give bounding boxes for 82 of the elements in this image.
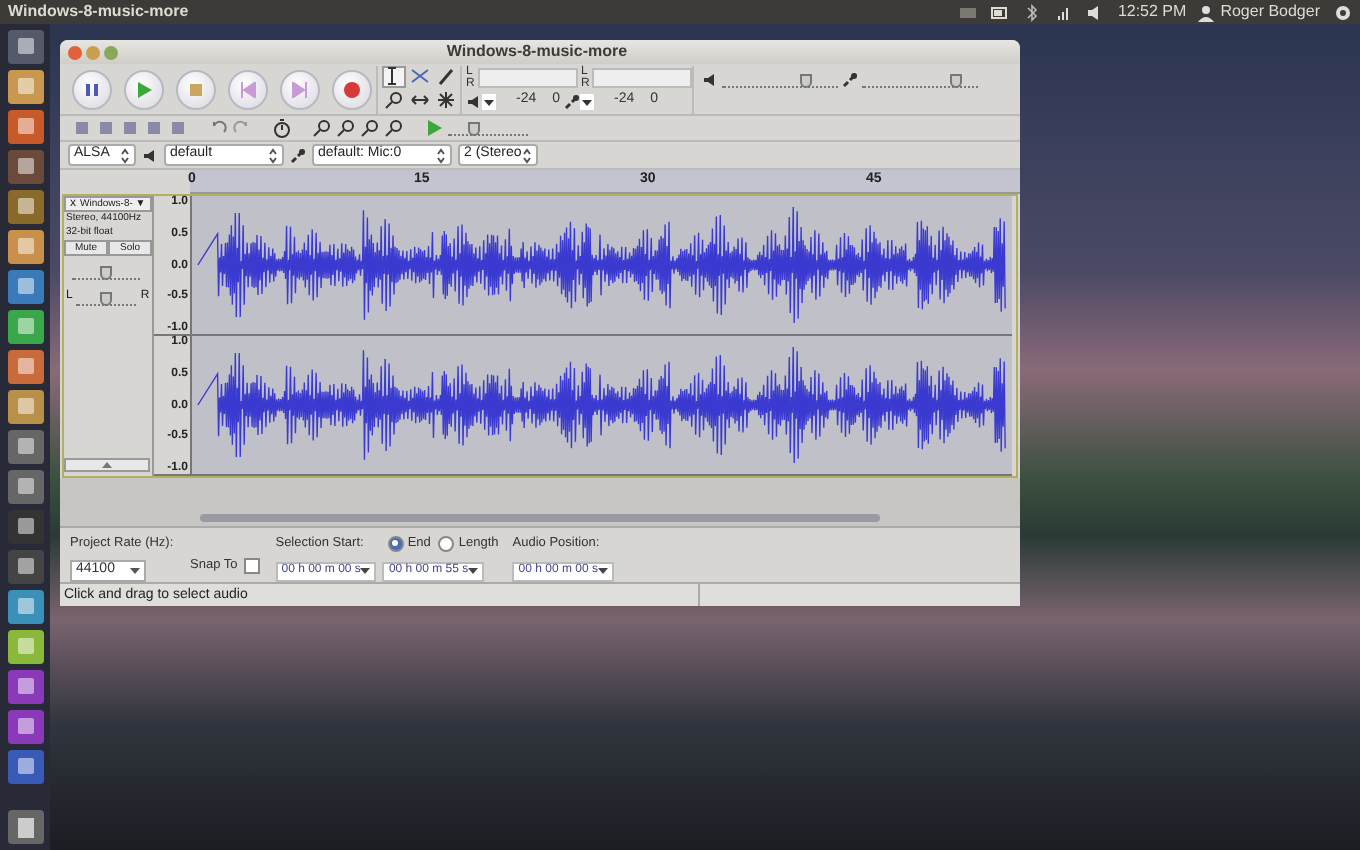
app-launcher-icon[interactable] — [5, 188, 45, 226]
time-shift-icon — [410, 90, 430, 110]
clock[interactable]: 12:52 PM — [1117, 0, 1187, 24]
record-icon — [344, 81, 360, 97]
user-icon[interactable] — [1198, 3, 1215, 21]
gain-slider[interactable] — [72, 264, 140, 280]
zoom-icon — [384, 90, 404, 110]
spinner-arrows-icon — [268, 147, 278, 163]
app-launcher-icon[interactable] — [5, 28, 45, 66]
spinner-arrows-icon — [436, 147, 446, 163]
app-launcher-icon[interactable] — [5, 468, 45, 506]
app-launcher-icon[interactable] — [5, 308, 45, 346]
app-launcher-icon[interactable] — [5, 748, 45, 786]
skip-to-end-icon — [292, 81, 308, 97]
app-launcher-icon[interactable] — [5, 428, 45, 466]
microphone-icon[interactable] — [290, 147, 306, 163]
slider-thumb[interactable] — [950, 73, 963, 87]
stop-icon — [188, 81, 204, 97]
zoom-in-icon[interactable] — [312, 118, 332, 138]
app-launcher-icon[interactable] — [5, 508, 45, 546]
app-launcher-icon[interactable] — [5, 668, 45, 706]
user-name[interactable]: Roger Bodger — [1220, 0, 1320, 24]
skip-to-start-icon — [240, 81, 256, 97]
app-launcher-icon[interactable] — [5, 228, 45, 266]
slider-thumb[interactable] — [100, 266, 112, 280]
record-button[interactable] — [332, 69, 372, 109]
caret-icon — [597, 566, 608, 577]
speaker-icon[interactable] — [142, 147, 158, 163]
app-launcher-icon[interactable] — [5, 68, 45, 106]
app-title: Windows-8-music-more — [8, 0, 189, 24]
output-volume-slider[interactable] — [722, 71, 838, 87]
caret-icon — [360, 566, 371, 577]
signal-icon[interactable] — [1053, 3, 1074, 21]
app-launcher-icon[interactable] — [5, 148, 45, 186]
battery-icon[interactable] — [989, 3, 1010, 21]
selection-cursor-tool[interactable] — [382, 65, 406, 87]
play-speed-slider[interactable] — [448, 120, 528, 136]
app-launcher-icon[interactable] — [5, 268, 45, 306]
pencil-tool[interactable] — [434, 65, 458, 87]
app-launcher-icon[interactable] — [5, 588, 45, 626]
input-volume-slider[interactable] — [862, 71, 978, 87]
zoom-tool[interactable] — [382, 89, 406, 111]
fit-selection-icon[interactable] — [360, 118, 380, 138]
caret-icon[interactable] — [580, 93, 595, 109]
slider-thumb[interactable] — [100, 291, 113, 305]
close-icon[interactable] — [66, 43, 84, 61]
app-launcher-icon[interactable] — [5, 108, 45, 146]
zoom-out-icon[interactable] — [336, 118, 356, 138]
settings-icon[interactable] — [1334, 3, 1352, 21]
multi-tool-icon — [436, 90, 456, 110]
playback-meter — [477, 67, 577, 87]
play-button[interactable] — [124, 69, 164, 109]
caret-icon[interactable] — [482, 93, 496, 109]
skip-to-start-button[interactable] — [228, 69, 268, 109]
app-launcher-icon[interactable] — [5, 548, 45, 586]
window-title: Windows-8-music-more — [444, 40, 630, 64]
pencil-icon — [436, 66, 456, 86]
app-launcher-icon[interactable] — [5, 388, 45, 426]
pause-icon — [84, 81, 100, 97]
fit-project-icon[interactable] — [384, 118, 404, 138]
pan-slider[interactable] — [76, 289, 137, 305]
caret-icon — [468, 566, 479, 577]
horizontal-scrollbar[interactable] — [200, 514, 880, 522]
speaker-icon[interactable] — [702, 71, 718, 87]
play-icon — [136, 81, 152, 97]
speaker-icon[interactable] — [466, 93, 482, 109]
caret-icon — [130, 565, 140, 576]
bluetooth-icon[interactable] — [1021, 3, 1042, 21]
slider-thumb[interactable] — [468, 122, 481, 136]
undo-icon[interactable] — [208, 118, 228, 138]
trash-icon[interactable] — [5, 808, 45, 846]
app-launcher-icon[interactable] — [5, 348, 45, 386]
spinner-arrows-icon — [522, 147, 532, 163]
app-launcher-icon[interactable] — [5, 628, 45, 666]
app-launcher-icon[interactable] — [5, 708, 45, 746]
stopwatch-icon[interactable] — [272, 118, 292, 138]
spinner-arrows-icon — [120, 147, 130, 163]
snap-to-checkbox[interactable] — [243, 557, 260, 574]
microphone-icon[interactable] — [842, 71, 858, 87]
pause-button[interactable] — [72, 69, 112, 109]
multi-tool-tool[interactable] — [434, 89, 458, 111]
slider-thumb[interactable] — [800, 73, 812, 87]
